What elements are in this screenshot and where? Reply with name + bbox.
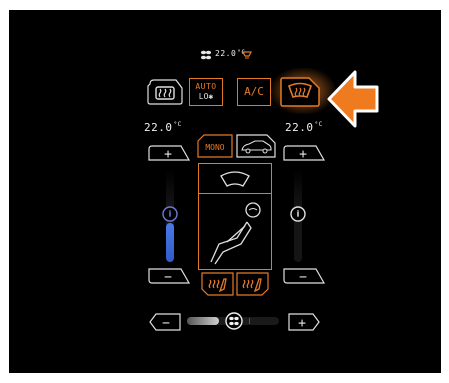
fan-minus-button[interactable]: − bbox=[148, 312, 182, 332]
fan-small-icon: ✱ bbox=[208, 92, 214, 101]
status-temp-value: 22.0 bbox=[215, 49, 237, 58]
right-temp-minus-button[interactable]: − bbox=[282, 267, 326, 285]
left-minus-label: − bbox=[164, 270, 172, 285]
left-temp-slider-fill bbox=[166, 223, 174, 262]
seat-occupant-icon[interactable] bbox=[205, 198, 267, 266]
left-temp-plus-button[interactable]: + bbox=[147, 144, 191, 162]
right-temp-value: 22.0 bbox=[285, 121, 314, 134]
left-temp-value: 22.0 bbox=[144, 121, 173, 134]
fan-minus-label: − bbox=[162, 316, 170, 331]
right-temp-unit: °C bbox=[314, 121, 323, 128]
ac-button[interactable]: A/C bbox=[237, 78, 271, 106]
left-plus-label: + bbox=[164, 147, 172, 162]
front-defrost-button[interactable] bbox=[279, 76, 321, 108]
fan-slider-fill bbox=[187, 317, 219, 325]
mono-button[interactable]: MONO bbox=[196, 133, 234, 159]
ac-label: A/C bbox=[244, 85, 264, 98]
airflow-divider bbox=[198, 193, 272, 195]
seat-heat-icon bbox=[242, 51, 252, 59]
auto-fan-level: LO✱ bbox=[190, 92, 222, 102]
auto-button[interactable]: AUTO LO✱ bbox=[189, 78, 223, 106]
right-temp-display: 22.0°C bbox=[285, 121, 323, 134]
auto-label: AUTO bbox=[195, 82, 217, 91]
left-temp-minus-button[interactable]: − bbox=[147, 267, 191, 285]
seat-heat-right-button[interactable] bbox=[235, 271, 270, 297]
rear-defrost-button[interactable] bbox=[146, 78, 184, 106]
left-temp-slider-handle[interactable] bbox=[161, 205, 179, 223]
status-temp: 22.0°C bbox=[215, 49, 246, 58]
fan-slider-handle[interactable] bbox=[224, 311, 244, 331]
left-temp-unit: °C bbox=[173, 121, 182, 128]
fan-icon bbox=[200, 50, 212, 60]
left-temp-display: 22.0°C bbox=[144, 121, 182, 134]
fan-tick bbox=[249, 318, 250, 324]
mono-label: MONO bbox=[205, 143, 224, 152]
car-sync-button[interactable] bbox=[235, 133, 277, 159]
fan-plus-label: + bbox=[298, 316, 306, 331]
pointer-arrow-icon bbox=[327, 70, 379, 128]
right-temp-plus-button[interactable]: + bbox=[282, 144, 326, 162]
auto-level-label: LO bbox=[198, 92, 209, 101]
right-plus-label: + bbox=[299, 147, 307, 162]
seat-heat-left-button[interactable] bbox=[200, 271, 235, 297]
windshield-icon[interactable] bbox=[219, 170, 251, 188]
fan-plus-button[interactable]: + bbox=[287, 312, 321, 332]
right-minus-label: − bbox=[299, 270, 307, 285]
right-temp-slider-handle[interactable] bbox=[289, 205, 307, 223]
climate-screen: 22.0°C AUTO LO✱ A/C 22.0°C + − 22.0°C + … bbox=[9, 10, 441, 373]
